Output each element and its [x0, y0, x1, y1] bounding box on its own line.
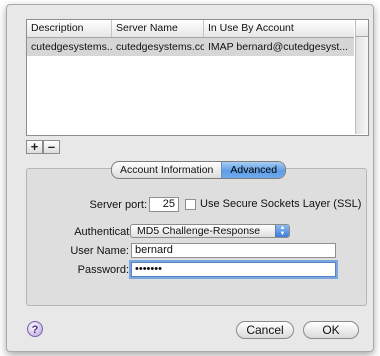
tab-bar: Account Information Advanced: [111, 161, 287, 179]
column-header-server-name[interactable]: Server Name: [112, 20, 204, 37]
authentication-value: MD5 Challenge-Response: [137, 225, 261, 237]
use-ssl-label: Use Secure Sockets Layer (SSL): [200, 198, 362, 210]
popup-arrows-icon: ▲ ▼: [275, 225, 289, 237]
password-field[interactable]: •••••••: [131, 262, 336, 277]
help-button[interactable]: ?: [27, 321, 43, 337]
column-header-description[interactable]: Description: [27, 20, 112, 37]
server-port-label: Server port:: [89, 199, 147, 211]
add-server-button[interactable]: +: [26, 140, 43, 154]
smtp-server-list: Description Server Name In Use By Accoun…: [26, 19, 369, 136]
cell-server-name: cutedgesystems.com: [116, 41, 204, 53]
column-header-in-use-by-account[interactable]: In Use By Account: [204, 20, 354, 37]
tab-account-information[interactable]: Account Information: [112, 162, 221, 178]
table-vertical-scrollbar[interactable]: [355, 37, 368, 134]
use-ssl-checkbox[interactable]: [185, 199, 196, 210]
server-port-field[interactable]: 25: [149, 197, 179, 212]
cell-description: cutedgesystems....: [31, 41, 112, 53]
table-header: Description Server Name In Use By Accoun…: [27, 20, 354, 38]
table-row[interactable]: cutedgesystems.... cutedgesystems.com IM…: [27, 38, 354, 56]
tab-advanced[interactable]: Advanced: [221, 162, 286, 178]
cell-in-use-by-account: IMAP bernard@cutedgesyst...: [208, 41, 349, 53]
cancel-button[interactable]: Cancel: [236, 321, 294, 339]
user-name-field[interactable]: bernard: [131, 243, 336, 258]
user-name-label: User Name:: [70, 245, 129, 257]
table-header-corner: [355, 20, 368, 37]
authentication-popup[interactable]: MD5 Challenge-Response ▲ ▼: [130, 224, 290, 238]
password-label: Password:: [77, 264, 129, 276]
settings-panel: Server port: 25 Use Secure Sockets Layer…: [26, 168, 367, 306]
smtp-server-sheet: Description Server Name In Use By Accoun…: [6, 4, 374, 352]
ok-button[interactable]: OK: [303, 321, 359, 339]
remove-server-button[interactable]: –: [43, 140, 60, 154]
